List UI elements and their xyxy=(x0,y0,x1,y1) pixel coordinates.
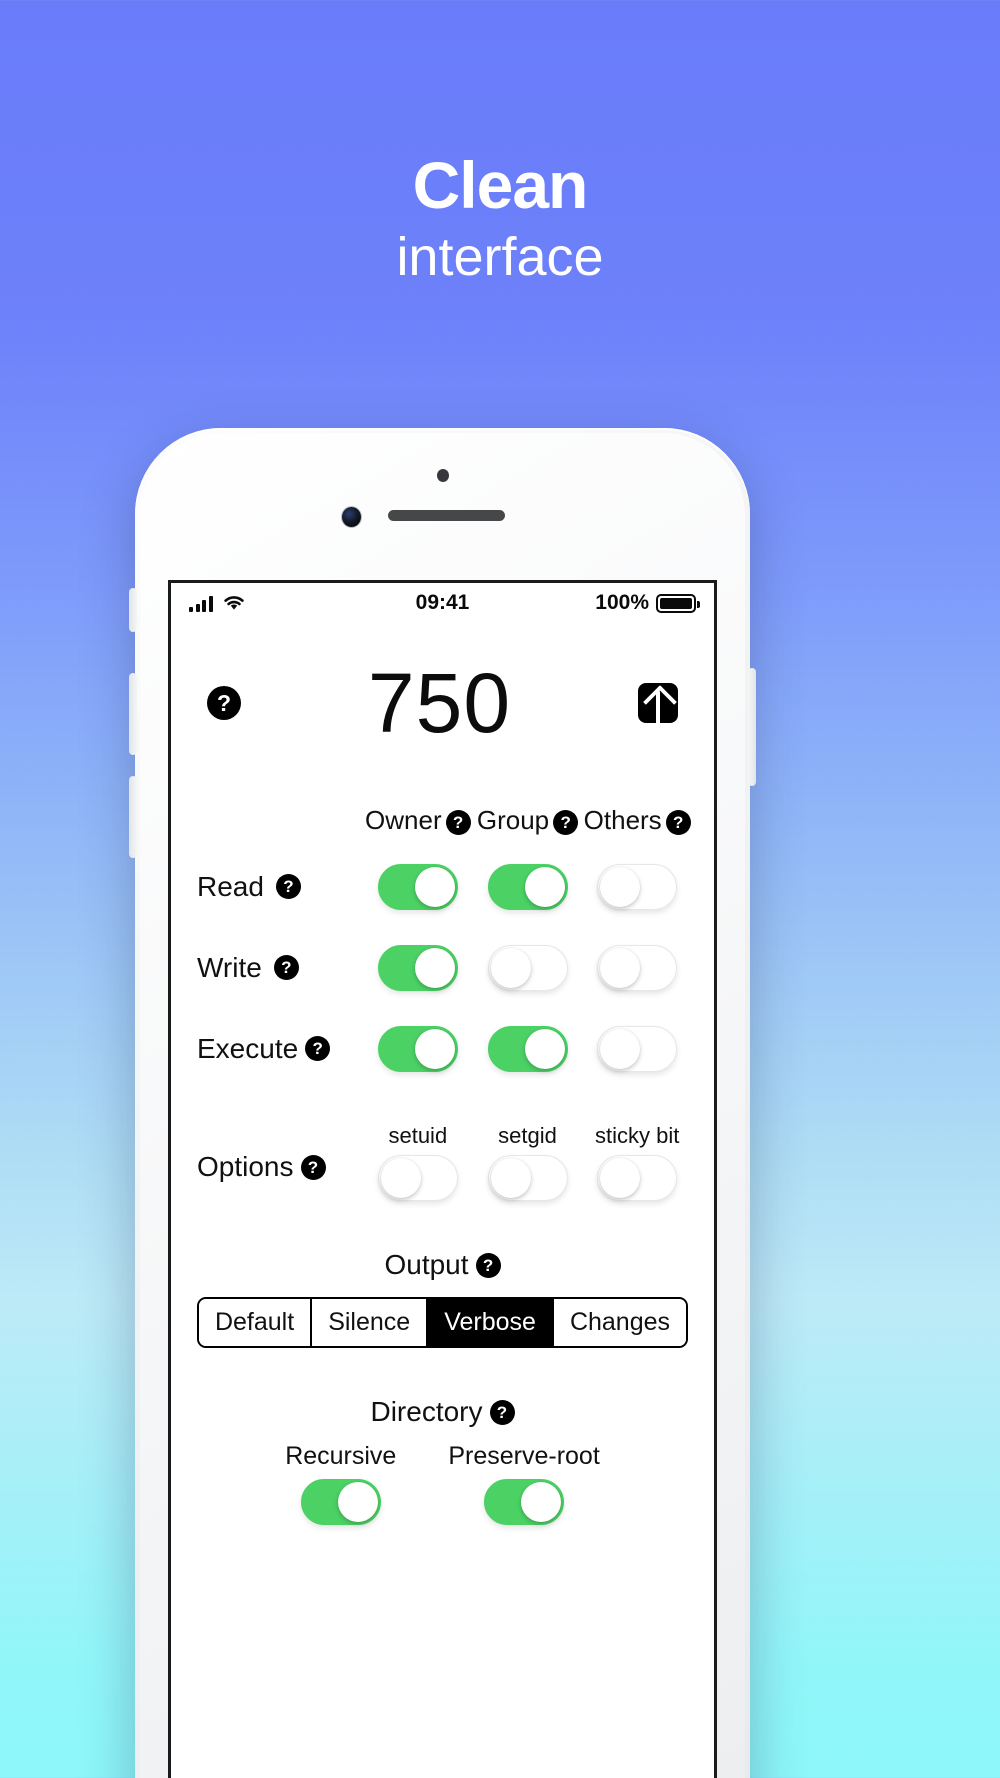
permission-row-execute: Execute ? xyxy=(193,1008,692,1089)
toggle-write-group[interactable] xyxy=(487,944,568,991)
wifi-icon xyxy=(223,596,244,610)
help-icon-options[interactable]: ? xyxy=(300,1154,326,1180)
output-section-title: Output ? xyxy=(384,1249,501,1281)
directory-section: Directory ? Recursive Preserve-root xyxy=(171,1396,714,1525)
directory-option-recursive: Recursive xyxy=(285,1442,396,1525)
option-sticky-bit: sticky bit xyxy=(582,1123,692,1201)
toggle-read-group[interactable] xyxy=(487,863,568,910)
segment-silence[interactable]: Silence xyxy=(312,1299,429,1346)
column-header-group-label: Group xyxy=(476,805,550,835)
toggle-preserve-root[interactable] xyxy=(484,1479,565,1525)
row-label-write-text: Write xyxy=(197,951,262,983)
output-segmented-control[interactable]: Default Silence Verbose Changes xyxy=(196,1297,689,1348)
toggle-setgid[interactable] xyxy=(487,1155,568,1201)
row-label-options-text: Options xyxy=(197,1151,294,1182)
proximity-sensor-icon xyxy=(436,469,449,482)
app-top-bar: ? 750 xyxy=(171,623,714,745)
directory-preserve-root-label: Preserve-root xyxy=(448,1442,600,1470)
option-sticky-bit-label: sticky bit xyxy=(595,1123,680,1148)
permission-code-value[interactable]: 750 xyxy=(241,661,638,745)
directory-section-title: Directory ? xyxy=(370,1396,515,1428)
status-bar-right: 100% xyxy=(595,591,700,615)
toggle-read-others[interactable] xyxy=(597,863,678,910)
directory-recursive-label: Recursive xyxy=(285,1442,397,1470)
toggle-sticky-bit[interactable] xyxy=(597,1155,678,1201)
permission-matrix: Owner? Group? Others? Read ? Write ? Exe… xyxy=(171,805,714,1201)
help-icon-directory[interactable]: ? xyxy=(489,1399,515,1425)
headline-line-2: interface xyxy=(396,227,604,288)
row-label-options: Options ? xyxy=(193,1133,363,1201)
option-setgid-label: setgid xyxy=(498,1123,557,1148)
column-header-others-label: Others xyxy=(583,805,662,835)
toggle-write-owner[interactable] xyxy=(377,944,458,991)
permission-row-read: Read ? xyxy=(193,846,692,927)
toggle-read-owner[interactable] xyxy=(377,863,458,910)
battery-percent-label: 100% xyxy=(595,591,649,614)
silent-switch[interactable] xyxy=(129,588,137,632)
output-section: Output ? Default Silence Verbose Changes xyxy=(171,1249,714,1348)
row-label-write: Write ? xyxy=(193,952,363,984)
special-options-row: Options ? setuid setgid sticky bit xyxy=(193,1101,692,1201)
segment-changes[interactable]: Changes xyxy=(553,1299,687,1346)
column-header-owner-label: Owner xyxy=(365,805,442,835)
status-bar-left xyxy=(189,594,246,612)
help-icon-code[interactable]: ? xyxy=(207,686,241,720)
help-icon-group[interactable]: ? xyxy=(553,809,579,835)
segment-verbose[interactable]: Verbose xyxy=(428,1299,554,1346)
permission-row-write: Write ? xyxy=(193,927,692,1008)
toggle-execute-group[interactable] xyxy=(487,1025,568,1072)
cellular-bars-icon xyxy=(189,596,213,612)
directory-toggles: Recursive Preserve-root xyxy=(171,1442,714,1525)
segment-default[interactable]: Default xyxy=(198,1299,313,1346)
battery-full-icon xyxy=(656,593,700,613)
volume-down-button[interactable] xyxy=(129,776,137,858)
option-setuid: setuid xyxy=(363,1123,473,1201)
toggle-write-others[interactable] xyxy=(597,944,678,991)
column-header-group: Group? xyxy=(473,805,583,836)
help-icon-write[interactable]: ? xyxy=(273,955,299,980)
directory-title-text: Directory xyxy=(370,1396,483,1427)
permission-column-headers: Owner? Group? Others? xyxy=(193,805,692,836)
option-setuid-label: setuid xyxy=(388,1123,448,1148)
row-label-read: Read ? xyxy=(193,871,363,903)
directory-option-preserve-root: Preserve-root xyxy=(448,1442,600,1525)
promo-headline: Clean interface xyxy=(0,148,1000,294)
earpiece-speaker-icon xyxy=(387,510,505,521)
toggle-setuid[interactable] xyxy=(377,1155,458,1201)
status-bar: 09:41 100% xyxy=(171,583,714,623)
toggle-execute-owner[interactable] xyxy=(377,1025,458,1072)
column-header-owner: Owner? xyxy=(363,805,473,836)
row-label-read-text: Read xyxy=(197,870,264,902)
help-icon-execute[interactable]: ? xyxy=(305,1036,331,1061)
toggle-execute-others[interactable] xyxy=(597,1025,678,1072)
front-camera-icon xyxy=(341,507,361,527)
help-icon-read[interactable]: ? xyxy=(275,874,301,899)
help-icon-owner[interactable]: ? xyxy=(445,809,471,835)
headline-line-1: Clean xyxy=(412,148,589,222)
phone-mockup: 09:41 100% ? 750 Owner? Group? Others ? … xyxy=(129,428,756,1778)
phone-screen: 09:41 100% ? 750 Owner? Group? Others ? … xyxy=(168,580,717,1778)
row-label-execute-text: Execute xyxy=(197,1032,299,1064)
power-button[interactable] xyxy=(748,668,756,786)
share-export-icon[interactable] xyxy=(638,683,678,733)
row-label-execute: Execute ? xyxy=(193,1033,363,1065)
help-icon-others[interactable]: ? xyxy=(665,809,691,835)
option-setgid: setgid xyxy=(473,1123,583,1201)
toggle-recursive[interactable] xyxy=(300,1479,381,1525)
output-title-text: Output xyxy=(384,1249,469,1280)
column-header-others: Others? xyxy=(582,805,692,836)
help-icon-output[interactable]: ? xyxy=(475,1252,501,1278)
volume-up-button[interactable] xyxy=(129,673,137,755)
